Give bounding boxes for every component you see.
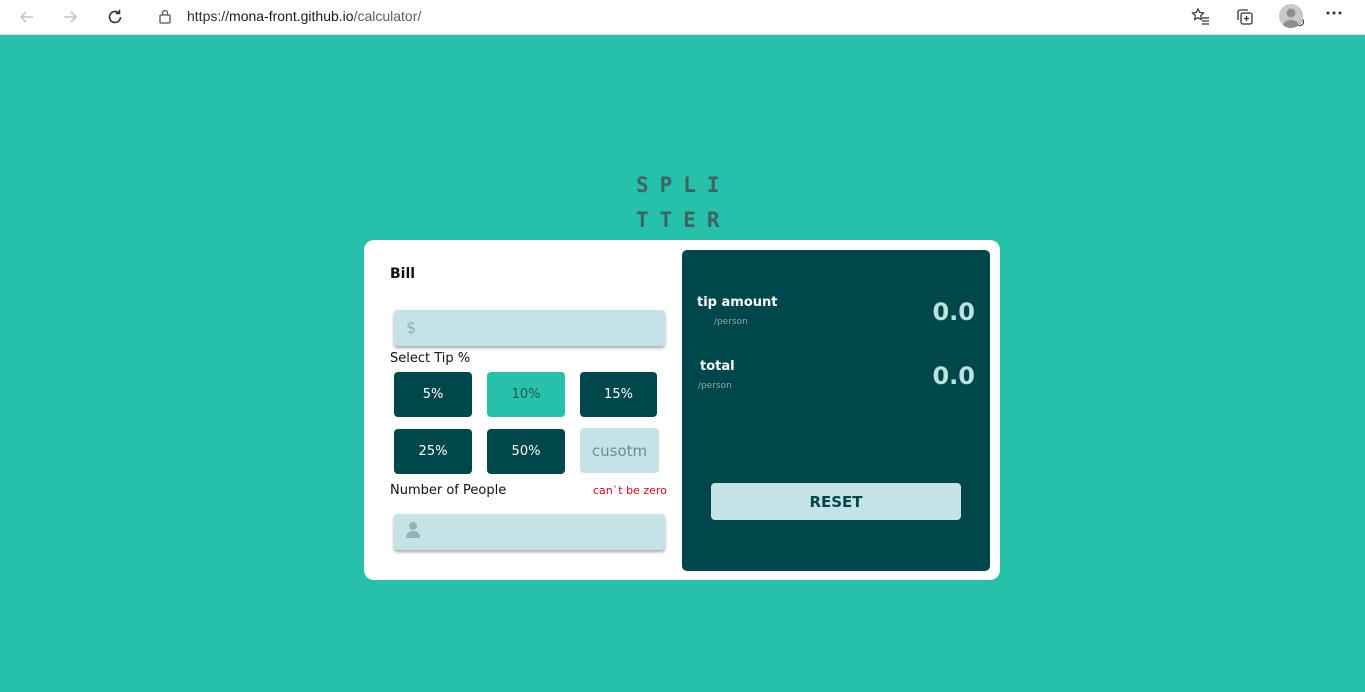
bill-field[interactable]: $ <box>394 310 665 348</box>
calculator-card: Bill $ Select Tip % 5% 10% 15% 25% 50% c… <box>364 240 1000 580</box>
total-value: 0.0 <box>932 362 975 390</box>
logo-line-1: SPLI <box>636 173 731 197</box>
tip-amount-value: 0.0 <box>932 298 975 326</box>
collections-icon <box>1237 9 1253 25</box>
results-panel: tip amount /person 0.0 total /person 0.0… <box>682 250 990 571</box>
bill-label: Bill <box>390 266 416 282</box>
logo-line-2: TTER <box>636 208 731 232</box>
reset-button[interactable]: RESET <box>711 483 961 520</box>
number-of-people-label: Number of People <box>390 483 507 498</box>
tip-button-10[interactable]: 10% <box>487 372 565 417</box>
tip-button-15[interactable]: 15% <box>580 372 657 417</box>
back-button[interactable] <box>13 3 41 31</box>
tip-amount-label: tip amount <box>697 295 778 310</box>
arrow-left-icon <box>19 11 33 23</box>
reload-icon <box>108 9 122 24</box>
favorites-list-icon <box>1191 7 1209 25</box>
collections-button[interactable] <box>1233 5 1257 29</box>
bill-input[interactable] <box>428 310 657 348</box>
custom-tip-input[interactable]: cusotm <box>580 428 659 473</box>
lock-icon <box>159 9 171 24</box>
dollar-icon: $ <box>406 318 417 337</box>
ellipsis-icon <box>1326 11 1342 15</box>
total-label: total <box>700 359 735 374</box>
favorites-button[interactable] <box>1189 5 1213 29</box>
person-icon <box>406 522 420 538</box>
select-tip-label: Select Tip % <box>390 351 471 366</box>
profile-avatar[interactable] <box>1279 4 1303 28</box>
people-input[interactable] <box>428 514 657 552</box>
total-per-person: /person <box>698 381 732 391</box>
people-error-message: can`t be zero <box>593 484 667 497</box>
browser-toolbar: https://mona-front.github.io/calculator/ <box>0 0 1365 35</box>
tip-button-25[interactable]: 25% <box>394 429 472 474</box>
arrow-right-icon <box>64 11 78 23</box>
more-menu-button[interactable] <box>1325 4 1343 26</box>
forward-button[interactable] <box>56 3 84 31</box>
user-icon <box>1282 8 1300 28</box>
tip-amount-per-person: /person <box>714 317 748 327</box>
url-path: /calculator/ <box>353 8 422 24</box>
tip-button-5[interactable]: 5% <box>394 372 472 417</box>
splitter-logo: SPLI TTER <box>636 168 736 238</box>
people-field[interactable] <box>394 514 665 552</box>
address-bar[interactable]: https://mona-front.github.io/calculator/ <box>142 1 1305 31</box>
reload-button[interactable] <box>101 3 129 31</box>
url-scheme: https:// <box>187 8 230 24</box>
url-host: mona-front.github.io <box>229 8 354 24</box>
url-text: https://mona-front.github.io/calculator/ <box>187 8 421 24</box>
tip-button-50[interactable]: 50% <box>487 429 565 474</box>
